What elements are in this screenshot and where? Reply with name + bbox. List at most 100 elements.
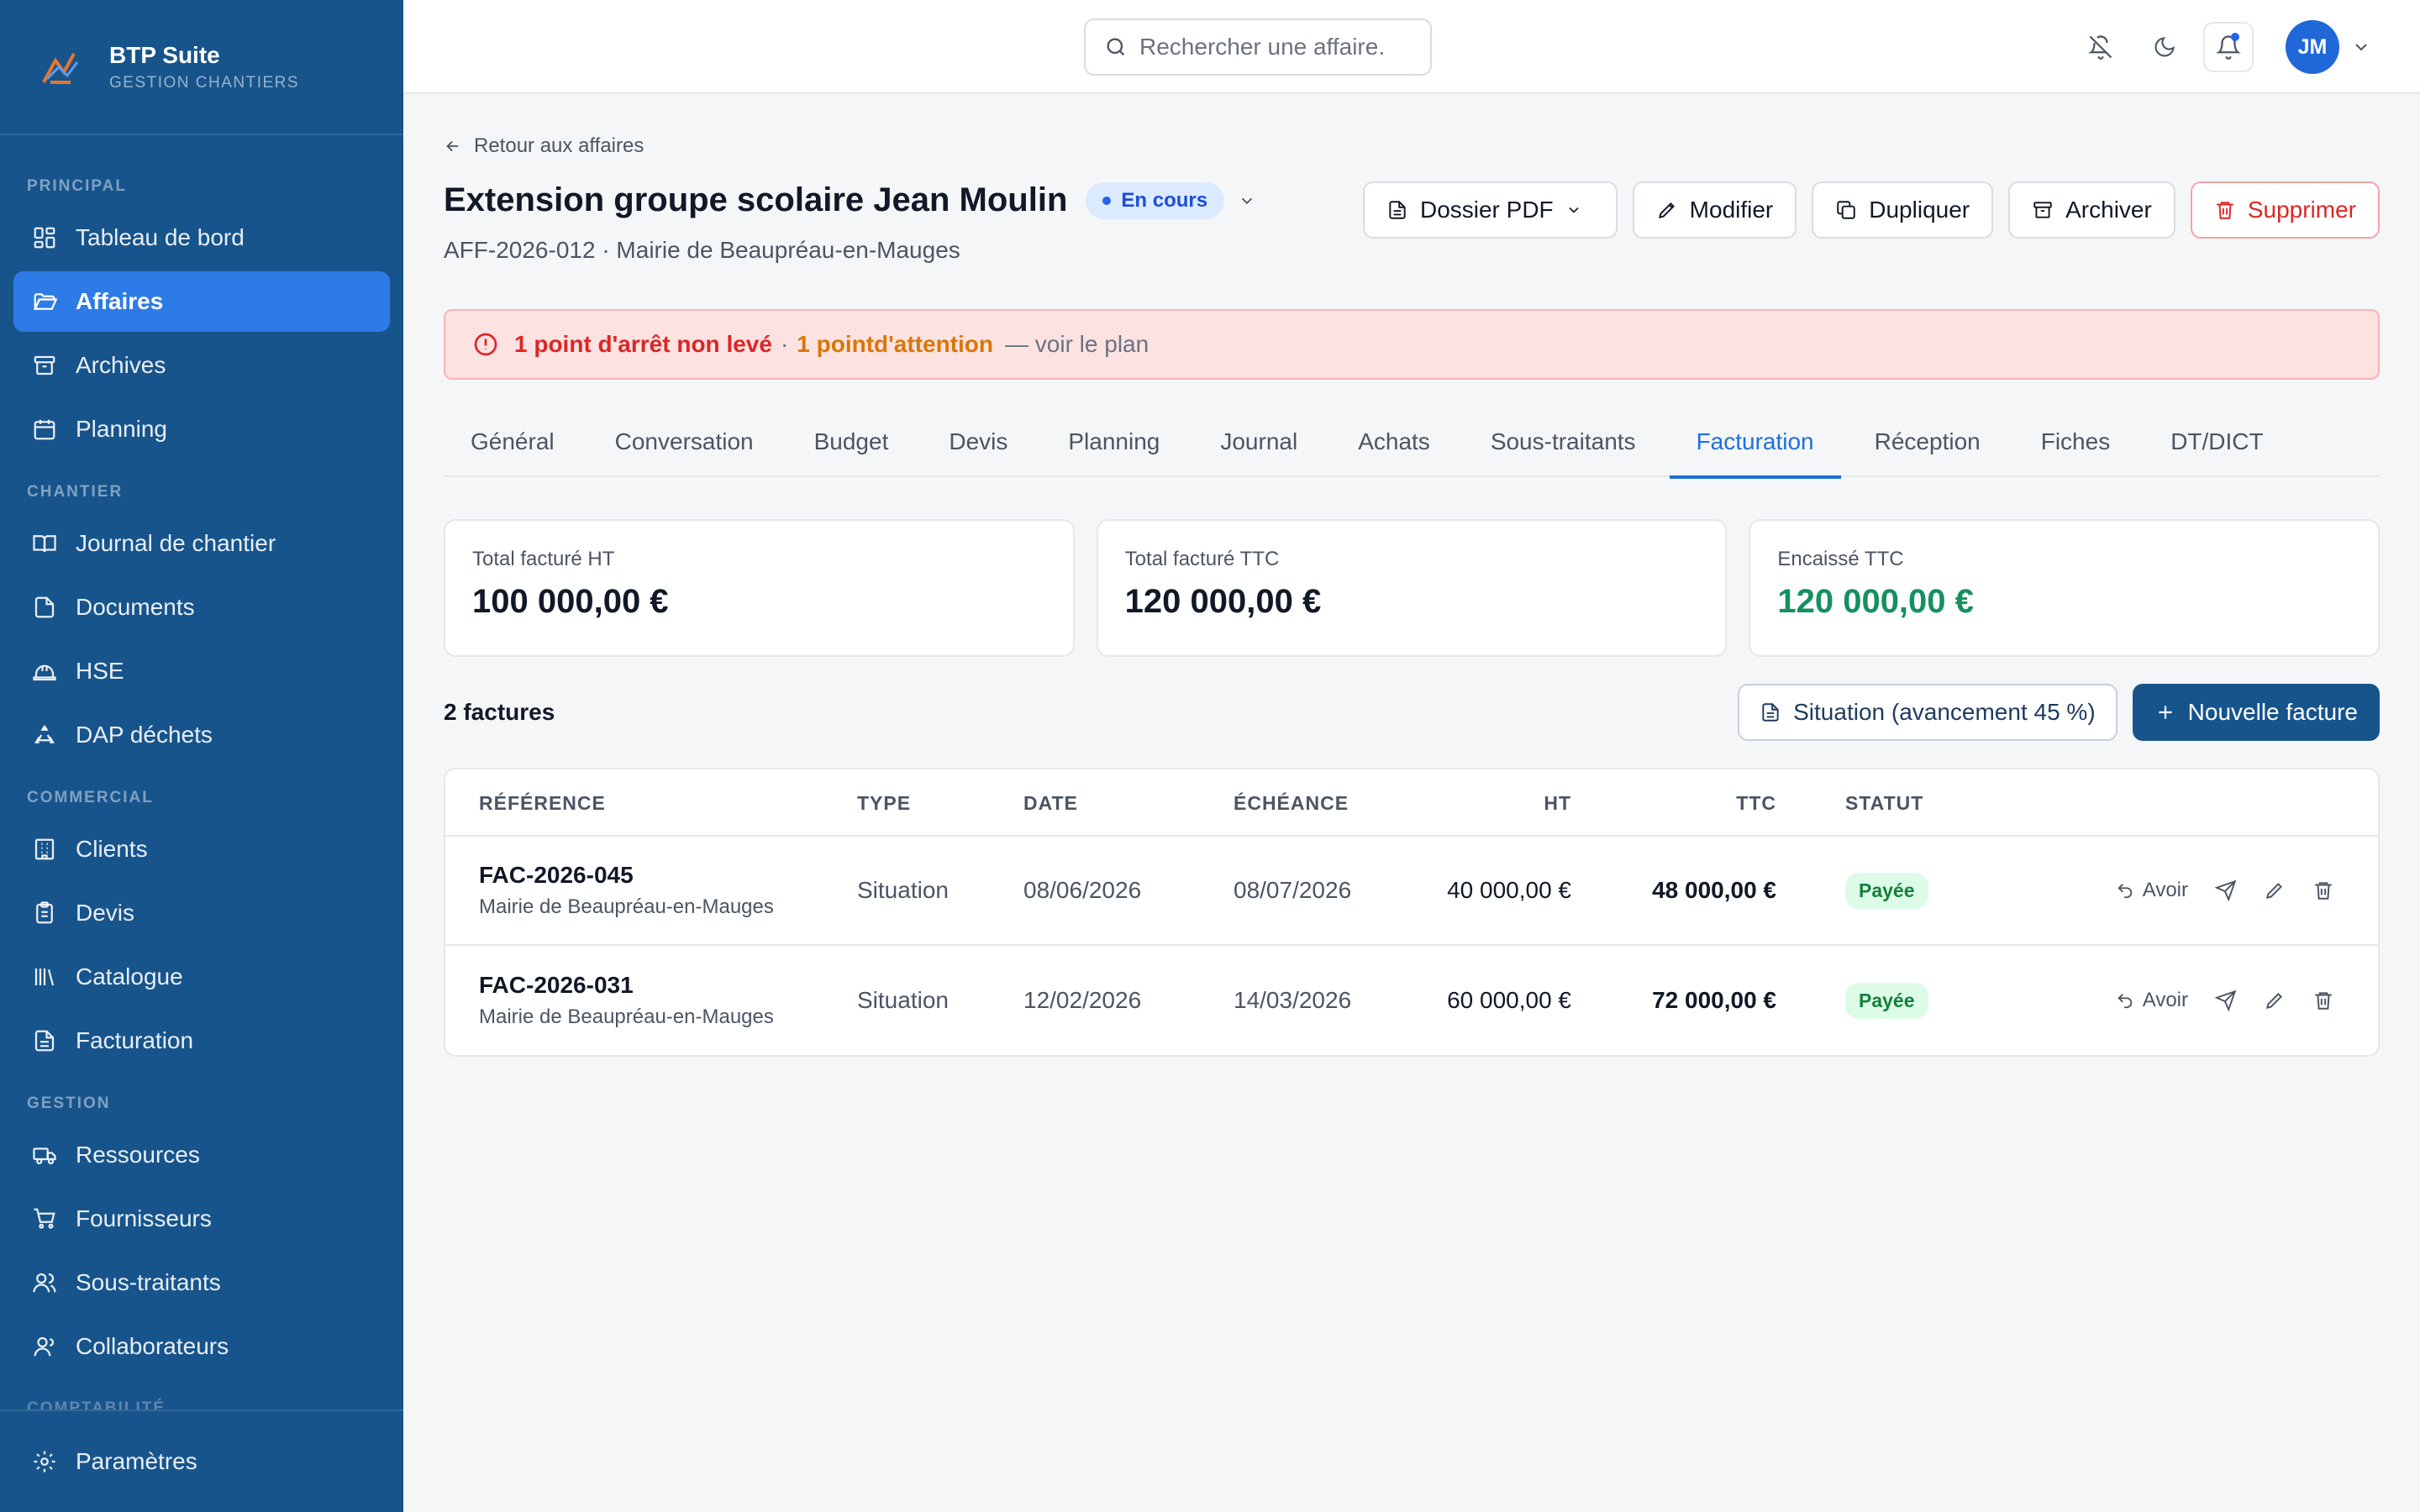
sidebar-item-hse[interactable]: HSE [13,641,390,701]
situation-button[interactable]: Situation (avancement 45 %) [1738,684,2118,741]
sidebar-item-label: DAP déchets [76,722,213,748]
sidebar-item-label: Clients [76,836,148,862]
avatar[interactable]: JM [2286,20,2339,74]
tab-planning[interactable]: Planning [1041,407,1186,477]
search-icon [1104,35,1128,59]
status-chevron-down-icon[interactable] [1238,192,1256,210]
sidebar-item-fournisseurs[interactable]: Fournisseurs [13,1189,390,1249]
dark-mode-toggle[interactable] [2139,22,2190,72]
pencil-icon [1656,199,1690,221]
copy-icon [1835,199,1869,221]
sidebar-item-documents[interactable]: Documents [13,577,390,638]
sidebar-item-ressources[interactable]: Ressources [13,1125,390,1185]
new-invoice-button[interactable]: Nouvelle facture [2132,684,2380,741]
edit-button[interactable]: Modifier [1632,181,1797,239]
card-label: Total facturé TTC [1124,548,1280,570]
status-badge[interactable]: En cours [1086,181,1225,219]
stop-points-alert[interactable]: 1 point d'arrêt non levé · 1 pointd'atte… [444,309,2380,380]
status-badge: Payée [1845,982,1928,1019]
tab-achats[interactable]: Achats [1331,407,1457,477]
sidebar-item-label: Tableau de bord [76,224,245,250]
trash-icon[interactable] [2312,990,2334,1011]
pdf-dossier-button[interactable]: Dossier PDF [1362,181,1618,239]
tab-dt-dict[interactable]: DT/DICT [2144,407,2290,477]
undo-icon [2116,881,2143,900]
brand[interactable]: BTP Suite GESTION CHANTIERS [0,0,403,135]
sidebar-item-sous-traitants[interactable]: Sous-traitants [13,1252,390,1313]
archive-button[interactable]: Archiver [2008,181,2175,239]
invoices-header: 2 factures Situation (avancement 45 %) N… [444,684,2380,741]
notification-dot [2231,33,2239,41]
table-header: RÉFÉRENCE TYPE DATE ÉCHÉANCE HT TTC STAT… [445,769,2378,837]
library-icon [32,964,57,990]
sidebar-item-label: Documents [76,594,195,620]
search-box[interactable] [1084,18,1432,76]
row-actions: Avoir [2116,837,2334,944]
tab-sous-traitants[interactable]: Sous-traitants [1464,407,1663,477]
mute-notifications-button[interactable] [2075,22,2126,72]
file-text-icon [1386,199,1420,221]
sidebar-item-dap-dechets[interactable]: DAP déchets [13,705,390,765]
col-status: STATUT [1845,791,1924,814]
table-row[interactable]: FAC-2026-045 Mairie de Beaupréau-en-Maug… [445,837,2378,946]
sidebar-item-parametres[interactable]: Paramètres [13,1431,390,1492]
archive-icon [32,353,57,378]
moon-icon [2153,35,2176,59]
search-input[interactable] [1139,34,1408,60]
back-link-label: Retour aux affaires [474,134,644,157]
col-ttc: TTC [1736,791,1776,814]
tab-budget[interactable]: Budget [787,407,916,477]
sidebar-item-catalogue[interactable]: Catalogue [13,947,390,1007]
tab-general[interactable]: Général [444,407,581,477]
tabs: Général Conversation Budget Devis Planni… [444,407,2380,479]
tab-facturation[interactable]: Facturation [1669,407,1841,479]
new-invoice-label: Nouvelle facture [2187,699,2358,725]
send-icon[interactable] [2215,990,2237,1011]
view-plan-link[interactable]: — voir le plan [1005,331,1149,358]
tab-fiches[interactable]: Fiches [2014,407,2137,477]
sidebar-item-journal-de-chantier[interactable]: Journal de chantier [13,513,390,574]
notifications-button[interactable] [2203,22,2254,72]
pencil-icon[interactable] [2264,879,2286,901]
sidebar-item-tableau-de-bord[interactable]: Tableau de bord [13,207,390,268]
delete-button[interactable]: Supprimer [2190,181,2380,239]
duplicate-button[interactable]: Dupliquer [1812,181,1994,239]
tab-reception[interactable]: Réception [1848,407,2007,477]
tab-conversation[interactable]: Conversation [588,407,781,477]
tab-devis[interactable]: Devis [922,407,1034,477]
user-icon [32,1334,57,1359]
invoice-date: 08/06/2026 [1023,877,1142,903]
document-icon [32,595,57,620]
sidebar-item-collaborateurs[interactable]: Collaborateurs [13,1316,390,1377]
send-icon[interactable] [2215,879,2237,901]
undo-icon [2116,991,2143,1010]
sidebar-item-clients[interactable]: Clients [13,819,390,879]
invoice-client: Mairie de Beaupréau-en-Mauges [479,1005,774,1028]
plus-icon [2154,701,2188,723]
chevron-down-icon[interactable] [2351,37,2371,57]
trash-icon[interactable] [2312,879,2334,901]
sidebar-item-devis[interactable]: Devis [13,883,390,943]
pencil-icon[interactable] [2264,990,2286,1011]
sidebar-item-affaires[interactable]: Affaires [13,271,390,332]
section-title-chantier: CHANTIER [27,483,124,501]
sidebar: BTP Suite GESTION CHANTIERS PRINCIPAL Ta… [0,0,403,1512]
sidebar-item-label: Planning [76,416,167,442]
calendar-icon [32,417,57,442]
file-text-icon [1760,701,1793,723]
table-row[interactable]: FAC-2026-031 Mairie de Beaupréau-en-Maug… [445,946,2378,1055]
credit-note-button[interactable]: Avoir [2116,879,2188,902]
sidebar-footer: Paramètres [0,1410,403,1512]
back-link[interactable]: Retour aux affaires [444,134,644,158]
archive-label: Archiver [2065,197,2152,223]
gear-icon [32,1449,57,1474]
sidebar-item-facturation[interactable]: Facturation [13,1011,390,1071]
invoice-actions: Situation (avancement 45 %) Nouvelle fac… [1738,684,2380,741]
sidebar-item-planning[interactable]: Planning [13,399,390,459]
section-title-commercial: COMMERCIAL [27,789,154,806]
archive-icon [2032,199,2065,221]
credit-note-button[interactable]: Avoir [2116,989,2188,1012]
tab-journal[interactable]: Journal [1193,407,1324,477]
total-ht-card: Total facturé HT 100 000,00 € [444,519,1075,657]
sidebar-item-archives[interactable]: Archives [13,335,390,396]
